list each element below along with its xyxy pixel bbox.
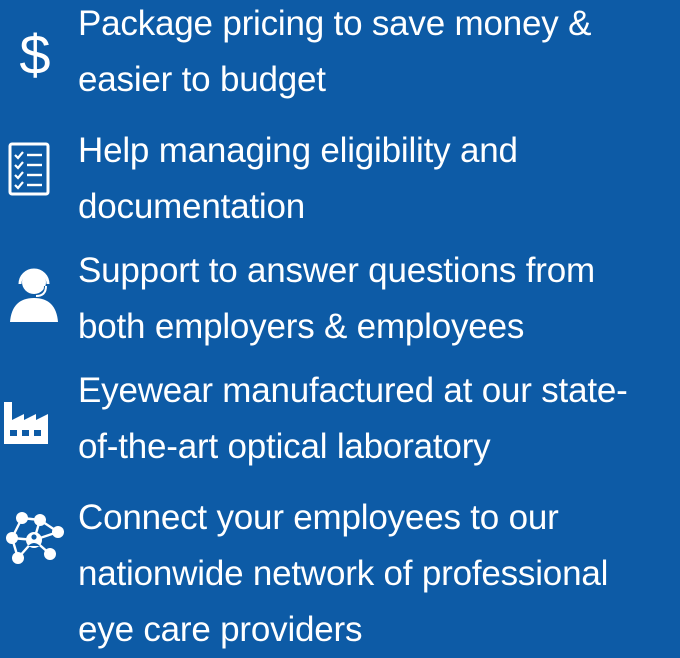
benefit-list: $ Package pricing to save money & easier… (0, 0, 680, 654)
benefit-line: Package pricing to save money & (78, 4, 592, 43)
benefit-line: easier to budget (78, 60, 326, 99)
benefit-text-eligibility: Help managing eligibility and documentat… (78, 123, 674, 235)
svg-text:$: $ (19, 23, 50, 84)
checklist-icon (0, 136, 70, 206)
benefit-line: Support to answer questions from (78, 251, 595, 290)
benefit-item-support: Support to answer questions from both em… (0, 242, 680, 362)
benefit-line: of-the-art optical laboratory (78, 427, 491, 466)
headset-support-icon (0, 258, 70, 328)
benefit-line: documentation (78, 187, 306, 226)
dollar-sign-icon: $ (0, 14, 70, 84)
benefit-line: nationwide network of professional (78, 554, 609, 593)
benefit-item-network: Connect your employees to our nationwide… (0, 486, 680, 654)
benefit-line: Eyewear manufactured at our state- (78, 371, 628, 410)
benefit-line: Connect your employees to our (78, 498, 559, 537)
benefit-item-eligibility: Help managing eligibility and documentat… (0, 122, 680, 242)
benefit-text-support: Support to answer questions from both em… (78, 243, 674, 355)
benefit-line: eye care providers (78, 610, 363, 649)
benefit-text-pricing: Package pricing to save money & easier t… (78, 0, 674, 108)
benefit-item-pricing: $ Package pricing to save money & easier… (0, 0, 680, 122)
benefit-line: Help managing eligibility and (78, 131, 518, 170)
factory-icon (0, 386, 70, 456)
benefit-item-laboratory: Eyewear manufactured at our state- of-th… (0, 362, 680, 486)
benefit-text-laboratory: Eyewear manufactured at our state- of-th… (78, 363, 674, 475)
benefit-text-network: Connect your employees to our nationwide… (78, 490, 674, 658)
people-network-icon (0, 502, 70, 572)
benefit-line: both employers & employees (78, 307, 525, 346)
